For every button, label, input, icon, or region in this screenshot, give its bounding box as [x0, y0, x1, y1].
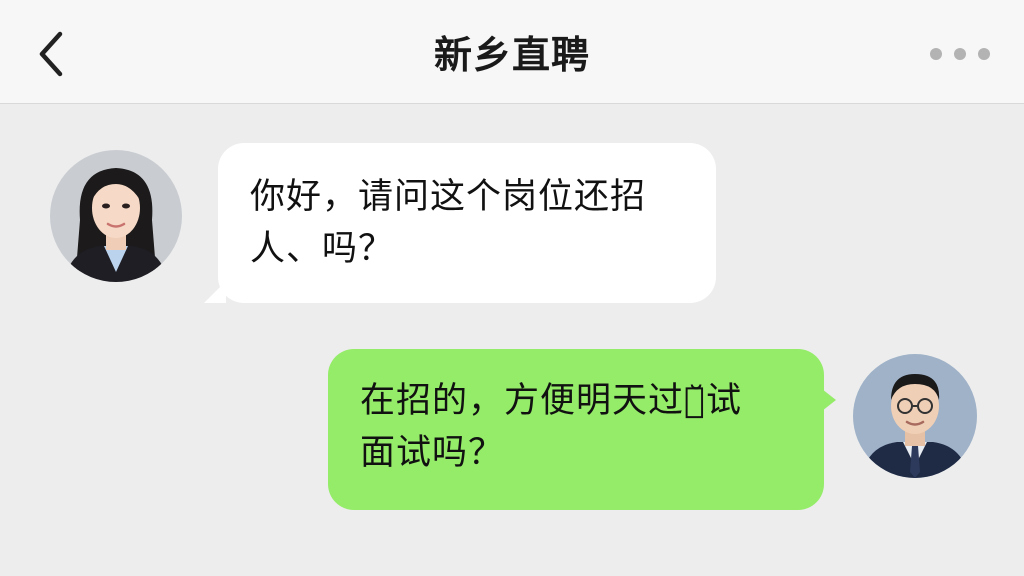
- chat-header: 新乡直聘: [0, 0, 1024, 104]
- sent-message-bubble[interactable]: 在招的，方便明天过来̆试 面试吗？: [328, 349, 836, 510]
- man-avatar-icon: [853, 354, 977, 478]
- message-text-line: 人、吗？: [250, 229, 395, 269]
- woman-avatar-icon: [50, 150, 182, 282]
- recruiter-avatar[interactable]: [853, 354, 977, 478]
- chat-area[interactable]: 你好，请问这个岗位还招 人、吗？ 在招的，方便明天过来̆试 面试吗？: [0, 105, 1024, 576]
- received-message-bubble[interactable]: 你好，请问这个岗位还招 人、吗？: [204, 143, 716, 303]
- message-text-line: 面试吗？: [360, 433, 505, 473]
- more-options-button[interactable]: [928, 40, 992, 68]
- message-text-line: 在招的，方便明天过来̆试: [360, 381, 743, 421]
- candidate-avatar[interactable]: [50, 150, 182, 282]
- message-text-line: 你好，请问这个岗位还招: [250, 177, 647, 217]
- chat-title: 新乡直聘: [433, 33, 590, 77]
- more-dots-icon: [930, 48, 990, 60]
